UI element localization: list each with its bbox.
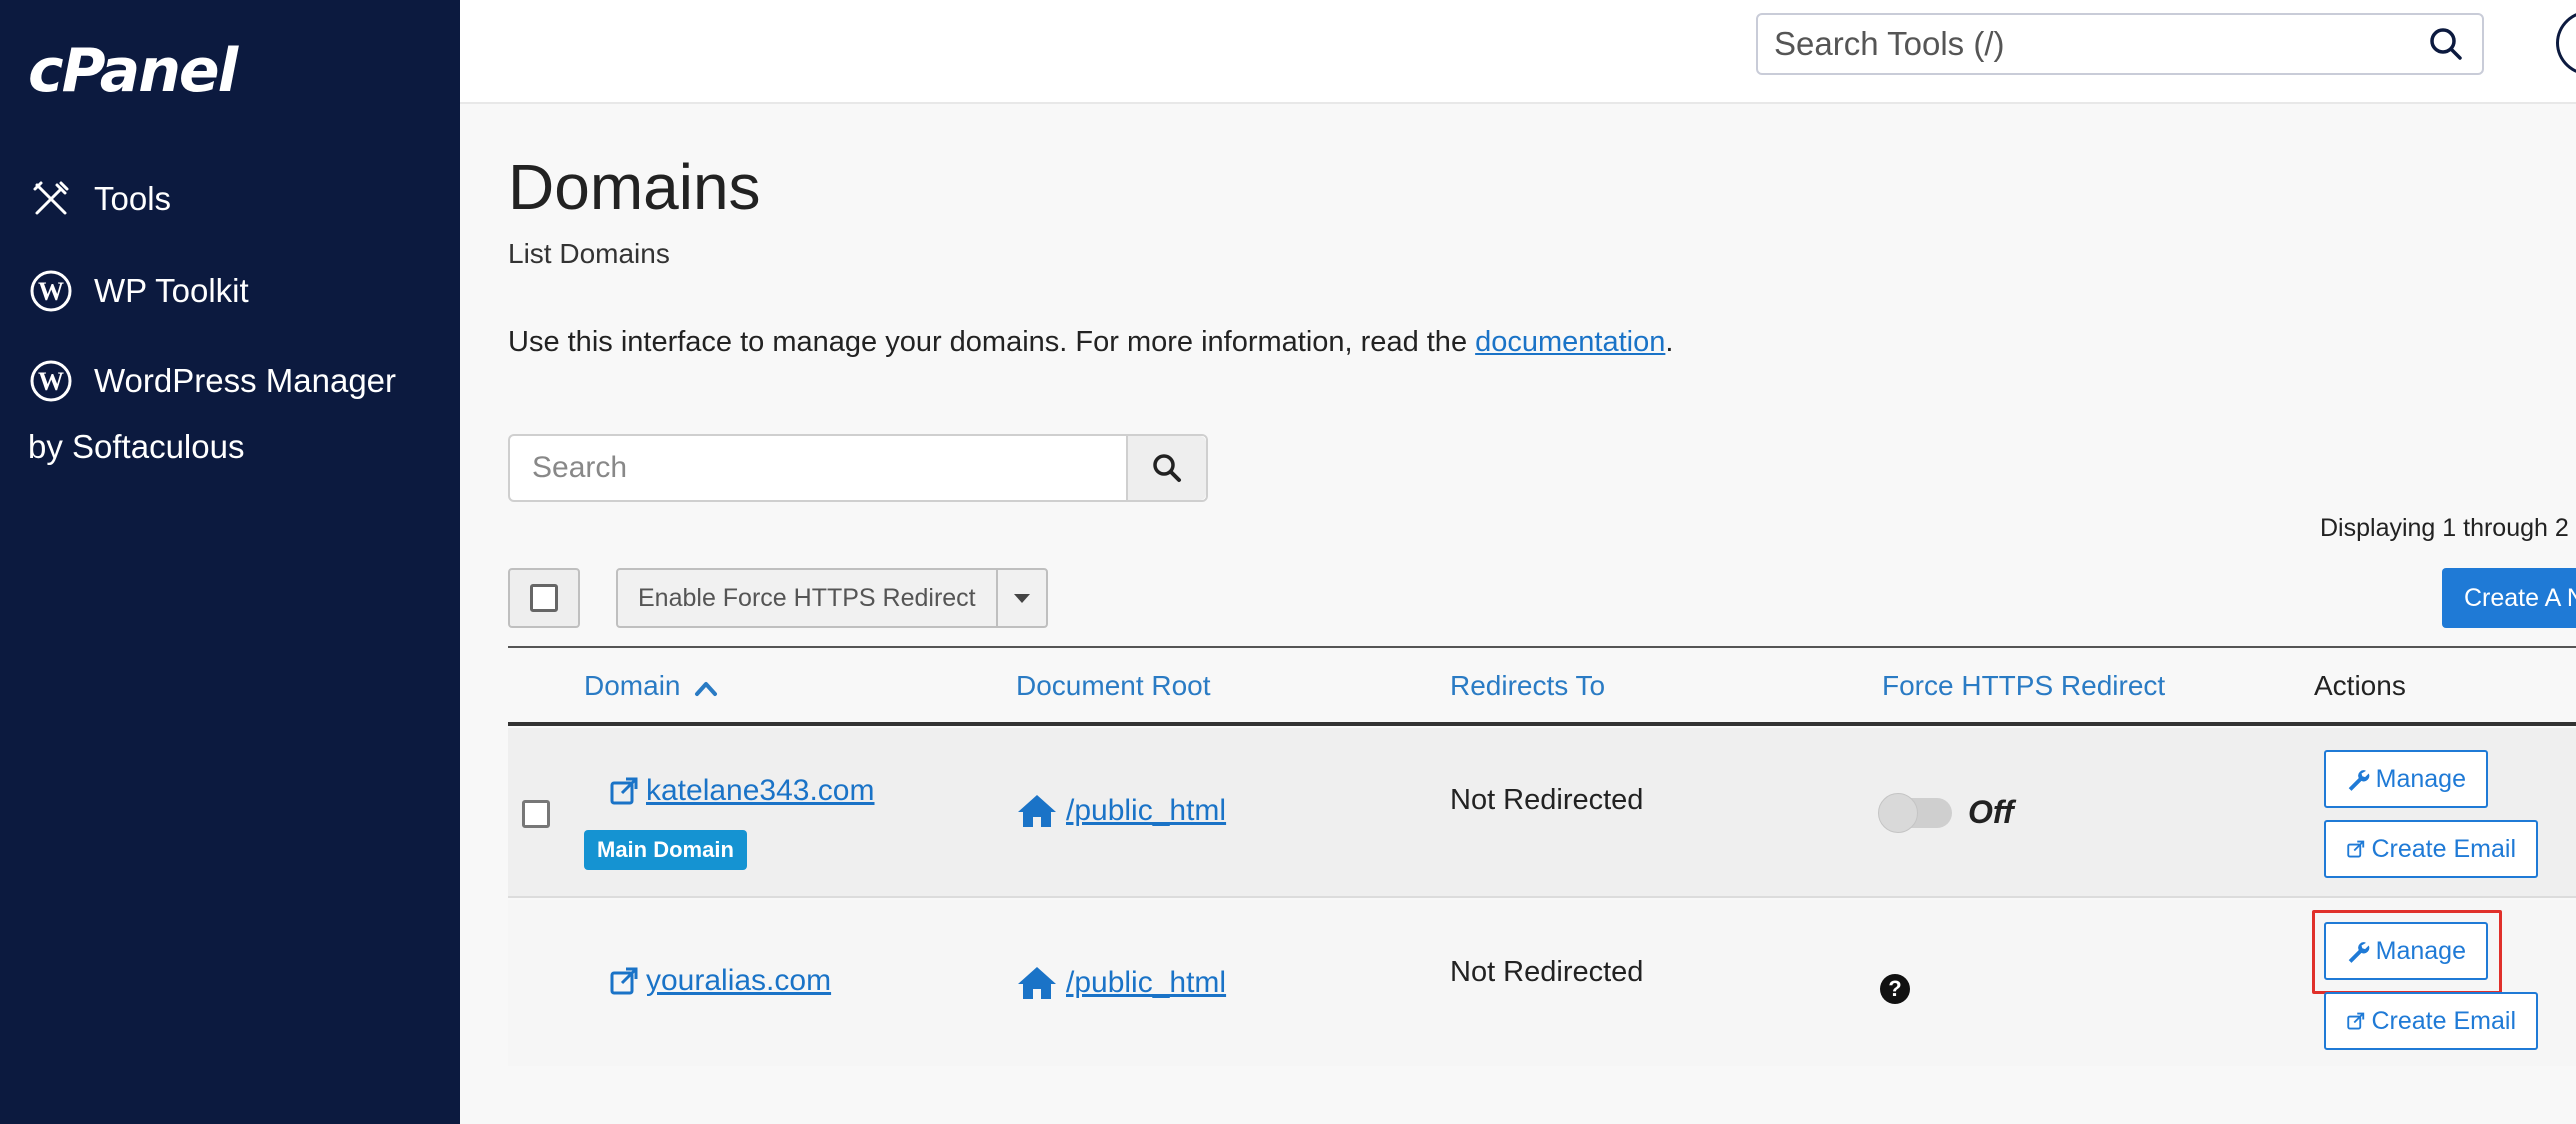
- table-row: youralias.com /public_html Not Redirecte…: [508, 900, 2576, 1066]
- table-row: katelane343.com Main Domain /public_html…: [508, 728, 2576, 898]
- create-email-label: Create Email: [2371, 1006, 2517, 1035]
- select-all-checkbox[interactable]: [530, 584, 558, 612]
- documentation-link[interactable]: documentation: [1475, 326, 1665, 358]
- page-title: Domains: [508, 151, 761, 223]
- wordpress-icon: W: [28, 268, 74, 314]
- main-domain-badge: Main Domain: [584, 830, 747, 870]
- column-header-document-root[interactable]: Document Root: [1016, 670, 1211, 702]
- caret-down-icon: [1013, 593, 1030, 603]
- bulk-action-button[interactable]: Enable Force HTTPS Redirect: [618, 570, 996, 626]
- manage-label: Manage: [2375, 764, 2466, 793]
- search-icon: [1153, 454, 1181, 482]
- user-menu-button[interactable]: [2556, 10, 2576, 76]
- domain-search-button[interactable]: [1126, 436, 1206, 500]
- external-link-icon: [2347, 840, 2365, 858]
- create-domain-button[interactable]: Create A N: [2442, 568, 2576, 628]
- wrench-icon: [2348, 942, 2370, 963]
- create-email-button[interactable]: Create Email: [2324, 992, 2538, 1050]
- home-icon: [1018, 795, 1056, 827]
- domain-search-input[interactable]: [510, 436, 1126, 500]
- svg-text:W: W: [38, 367, 64, 396]
- domain-name: youralias.com: [646, 964, 832, 997]
- svg-text:W: W: [38, 277, 64, 306]
- sidebar-item-wp-toolkit[interactable]: W WP Toolkit: [28, 268, 249, 314]
- domain-link[interactable]: youralias.com: [608, 964, 831, 998]
- document-root-link[interactable]: /public_html: [1016, 964, 1226, 1002]
- pagination-summary: Displaying 1 through 2: [2320, 514, 2569, 542]
- domain-link[interactable]: katelane343.com: [608, 774, 875, 808]
- external-link-icon: [610, 967, 638, 995]
- redirects-to-value: Not Redirected: [1450, 956, 1644, 988]
- search-icon[interactable]: [2426, 24, 2466, 64]
- column-header-domain[interactable]: Domain: [584, 670, 718, 702]
- row-checkbox[interactable]: [522, 800, 550, 828]
- create-email-label: Create Email: [2371, 834, 2517, 863]
- select-all-button[interactable]: [508, 568, 580, 628]
- domain-search-box: [508, 434, 1208, 502]
- home-icon: [1018, 967, 1056, 999]
- redirects-to-value: Not Redirected: [1450, 784, 1644, 816]
- table-header: Domain Document Root Redirects To Force …: [508, 646, 2576, 1066]
- sidebar-item-wordpress-manager[interactable]: W WordPress Manager: [28, 358, 396, 404]
- manage-label: Manage: [2375, 936, 2466, 965]
- domains-table: Domain Document Root Redirects To Force …: [508, 646, 2576, 1066]
- toggle-state-label: Off: [1968, 794, 2014, 830]
- page-subtitle: List Domains: [508, 238, 670, 269]
- bulk-action-group: Enable Force HTTPS Redirect: [616, 568, 1048, 628]
- tools-icon: [28, 176, 74, 222]
- toggle-track: [1878, 792, 1952, 833]
- column-header-actions: Actions: [2314, 670, 2406, 701]
- column-header-redirects-to[interactable]: Redirects To: [1450, 670, 1605, 702]
- sidebar-item-label: WP Toolkit: [94, 272, 249, 309]
- search-tools-box: [1756, 13, 2484, 75]
- sidebar-item-label-line2[interactable]: by Softaculous: [28, 428, 244, 466]
- column-header-label: Domain: [584, 670, 681, 701]
- bulk-action-dropdown-toggle[interactable]: [995, 570, 1046, 626]
- wordpress-icon: W: [28, 358, 74, 404]
- toggle-knob: [1878, 792, 1918, 833]
- sidebar: cPanel Tools W WP Toolkit W WordPress Ma…: [0, 0, 460, 1124]
- document-root-path: /public_html: [1066, 794, 1227, 827]
- chevron-up-icon: [695, 681, 718, 696]
- external-link-icon: [2347, 1012, 2365, 1030]
- intro-text-body: Use this interface to manage your domain…: [508, 326, 1476, 358]
- cpanel-logo[interactable]: cPanel: [28, 36, 238, 106]
- domain-name: katelane343.com: [646, 774, 875, 807]
- manage-button[interactable]: Manage: [2324, 750, 2488, 808]
- sidebar-item-tools[interactable]: Tools: [28, 176, 171, 222]
- table-header-row: Domain Document Root Redirects To Force …: [508, 648, 2576, 726]
- intro-text: Use this interface to manage your domain…: [508, 326, 1673, 359]
- sidebar-item-label: Tools: [94, 180, 172, 217]
- document-root-path: /public_html: [1066, 966, 1227, 999]
- column-header-force-https[interactable]: Force HTTPS Redirect: [1882, 670, 2165, 702]
- intro-text-end: .: [1665, 326, 1674, 358]
- external-link-icon: [610, 777, 638, 805]
- cpanel-app: cPanel Tools W WP Toolkit W WordPress Ma…: [0, 0, 2576, 1124]
- wrench-icon: [2348, 770, 2370, 791]
- create-email-button[interactable]: Create Email: [2324, 820, 2538, 878]
- search-tools-input[interactable]: [1774, 25, 2426, 63]
- document-root-link[interactable]: /public_html: [1016, 792, 1226, 830]
- question-circle-icon[interactable]: ?: [1880, 974, 1910, 1004]
- top-header: [460, 0, 2576, 104]
- force-https-toggle[interactable]: Off: [1878, 792, 2014, 833]
- manage-button[interactable]: Manage: [2324, 922, 2488, 980]
- sidebar-item-label: WordPress Manager: [94, 362, 397, 399]
